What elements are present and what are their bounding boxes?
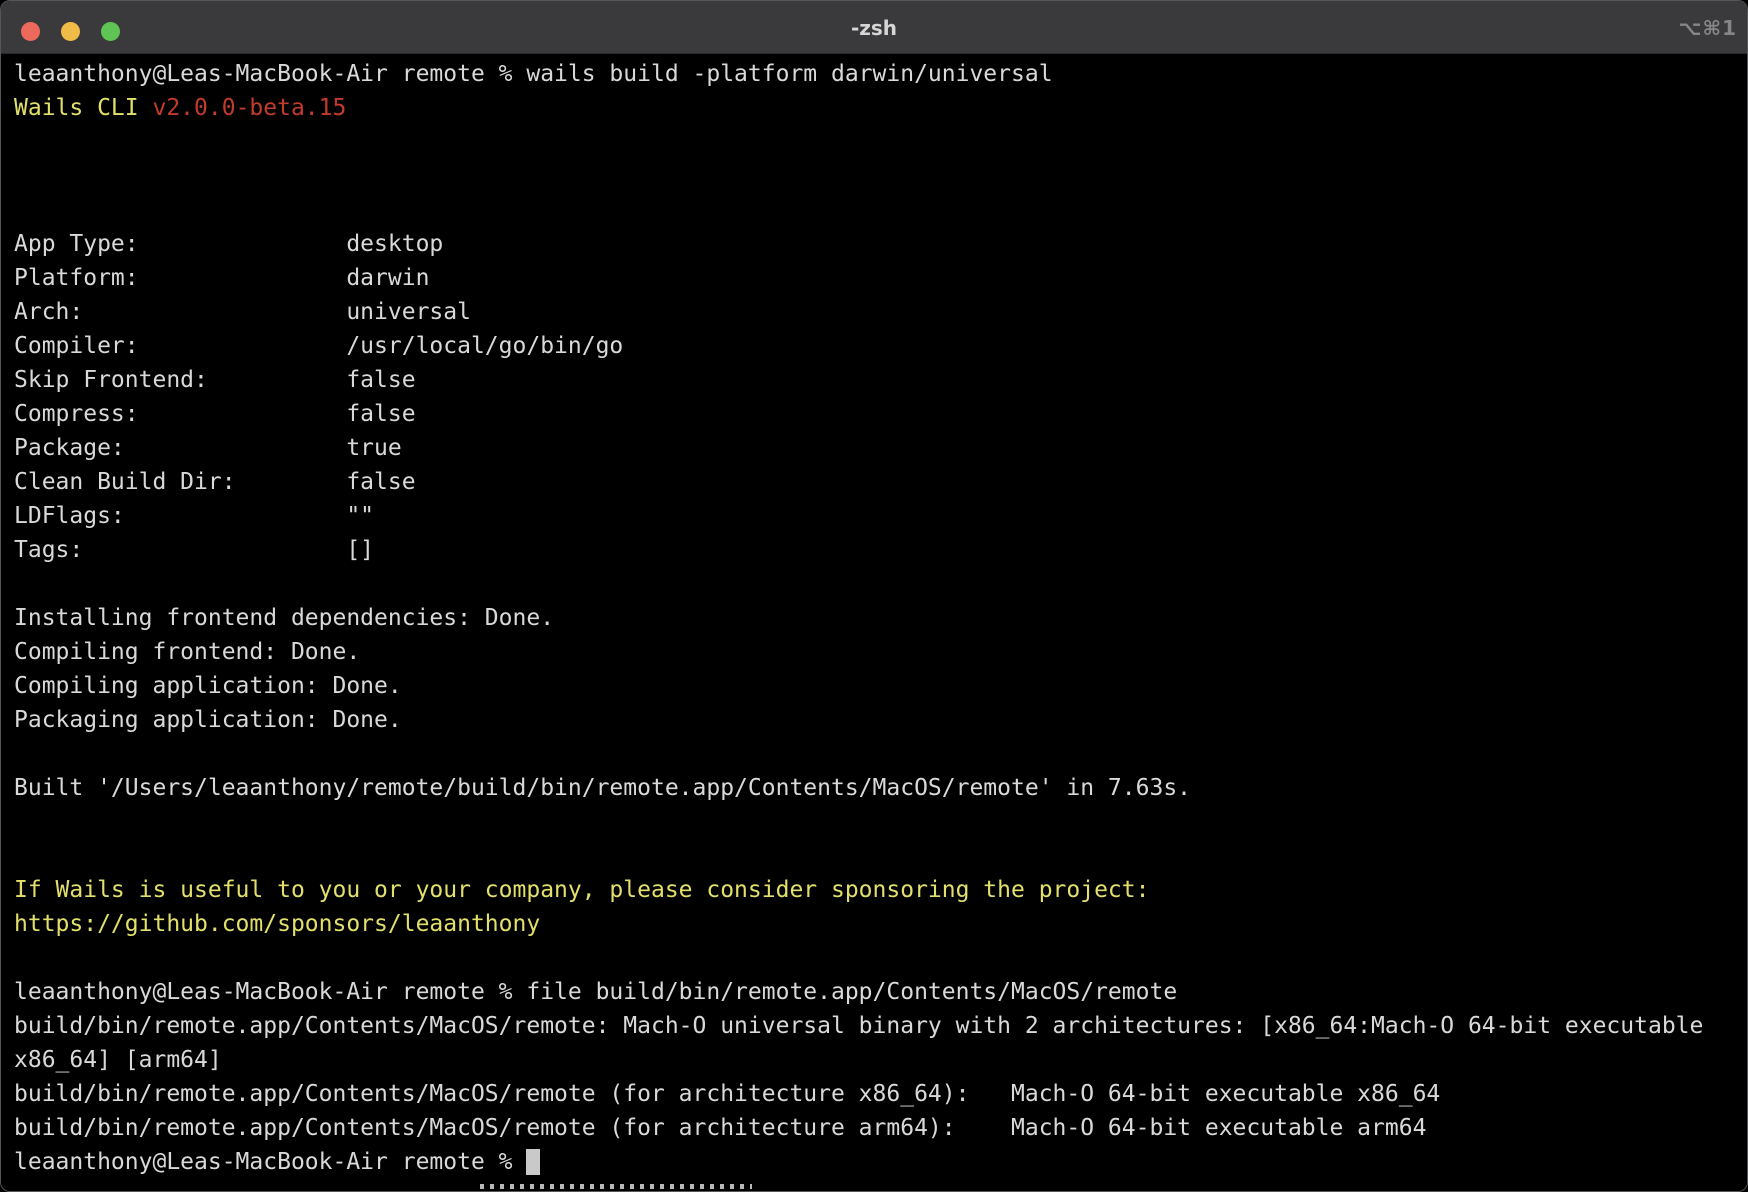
terminal-text-segment: build/bin/remote.app/Contents/MacOS/remo… — [14, 1081, 1440, 1107]
terminal-line — [14, 737, 1747, 771]
terminal-text-segment: Compiler: /usr/local/go/bin/go — [14, 333, 623, 359]
terminal-text-segment: Compiling frontend: Done. — [14, 639, 360, 665]
terminal-text-segment: Installing frontend dependencies: Done. — [14, 605, 554, 631]
terminal-line — [14, 125, 1747, 159]
window-title: -zsh — [1, 1, 1747, 54]
terminal-line: Compress: false — [14, 397, 1747, 431]
terminal-line: Clean Build Dir: false — [14, 465, 1747, 499]
terminal-line: Packaging application: Done. — [14, 703, 1747, 737]
terminal-text-segment: If Wails is useful to you or your compan… — [14, 877, 1149, 903]
terminal-line: Built '/Users/leaanthony/remote/build/bi… — [14, 771, 1747, 805]
terminal-text-segment: v2.0.0-beta.15 — [152, 95, 346, 121]
terminal-text-segment: Wails CLI — [14, 95, 152, 121]
terminal-line: build/bin/remote.app/Contents/MacOS/remo… — [14, 1077, 1747, 1111]
terminal-text-segment: x86_64] [arm64] — [14, 1047, 222, 1073]
terminal-line — [14, 567, 1747, 601]
terminal-text-segment: leaanthony@Leas-MacBook-Air remote % — [14, 1149, 526, 1175]
terminal-line: Compiling frontend: Done. — [14, 635, 1747, 669]
terminal-text-segment: Clean Build Dir: false — [14, 469, 416, 495]
terminal-text-segment: Built '/Users/leaanthony/remote/build/bi… — [14, 775, 1191, 801]
terminal-line — [14, 193, 1747, 227]
terminal-text-segment: Arch: universal — [14, 299, 471, 325]
minimize-button[interactable] — [61, 22, 80, 41]
terminal-line: Platform: darwin — [14, 261, 1747, 295]
terminal-line: Arch: universal — [14, 295, 1747, 329]
terminal-line: build/bin/remote.app/Contents/MacOS/remo… — [14, 1009, 1747, 1043]
terminal-line: build/bin/remote.app/Contents/MacOS/remo… — [14, 1111, 1747, 1145]
terminal-line: Skip Frontend: false — [14, 363, 1747, 397]
terminal-line — [14, 159, 1747, 193]
terminal-line: Compiler: /usr/local/go/bin/go — [14, 329, 1747, 363]
terminal-text-segment: App Type: desktop — [14, 231, 443, 257]
terminal-text-segment: LDFlags: "" — [14, 503, 374, 529]
terminal-line: leaanthony@Leas-MacBook-Air remote % wai… — [14, 57, 1747, 91]
window-shortcut-hint: ⌥⌘1 — [1678, 1, 1737, 54]
terminal-line: Wails CLI v2.0.0-beta.15 — [14, 91, 1747, 125]
traffic-lights — [1, 1, 131, 54]
terminal-line: Package: true — [14, 431, 1747, 465]
terminal-line: App Type: desktop — [14, 227, 1747, 261]
terminal-text-segment: Compiling application: Done. — [14, 673, 402, 699]
terminal-text-segment: build/bin/remote.app/Contents/MacOS/remo… — [14, 1115, 1426, 1141]
terminal-line: leaanthony@Leas-MacBook-Air remote % fil… — [14, 975, 1747, 1009]
terminal-text-segment: Skip Frontend: false — [14, 367, 416, 393]
terminal-body[interactable]: leaanthony@Leas-MacBook-Air remote % wai… — [1, 54, 1747, 1192]
terminal-text-segment: Packaging application: Done. — [14, 707, 402, 733]
close-button[interactable] — [21, 22, 40, 41]
terminal-text-segment: Tags: [] — [14, 537, 374, 563]
clipped-text-row — [480, 1184, 752, 1189]
terminal-text-segment: Platform: darwin — [14, 265, 429, 291]
terminal-line: LDFlags: "" — [14, 499, 1747, 533]
terminal-line — [14, 941, 1747, 975]
block-cursor — [526, 1149, 540, 1175]
zoom-button[interactable] — [101, 22, 120, 41]
terminal-line: Tags: [] — [14, 533, 1747, 567]
terminal-line: Compiling application: Done. — [14, 669, 1747, 703]
terminal-line — [14, 805, 1747, 839]
terminal-text-segment: build/bin/remote.app/Contents/MacOS/remo… — [14, 1013, 1703, 1039]
terminal-line: Installing frontend dependencies: Done. — [14, 601, 1747, 635]
terminal-line: x86_64] [arm64] — [14, 1043, 1747, 1077]
terminal-text-segment: Package: true — [14, 435, 402, 461]
terminal-text-segment: leaanthony@Leas-MacBook-Air remote % wai… — [14, 61, 1053, 87]
terminal-line: leaanthony@Leas-MacBook-Air remote % — [14, 1145, 1747, 1179]
titlebar[interactable]: -zsh ⌥⌘1 — [1, 1, 1747, 54]
terminal-line: If Wails is useful to you or your compan… — [14, 873, 1747, 907]
terminal-line: https://github.com/sponsors/leaanthony — [14, 907, 1747, 941]
terminal-text-segment: https://github.com/sponsors/leaanthony — [14, 911, 540, 937]
terminal-text-segment: Compress: false — [14, 401, 416, 427]
terminal-text-segment: leaanthony@Leas-MacBook-Air remote % fil… — [14, 979, 1177, 1005]
terminal-line — [14, 839, 1747, 873]
terminal-window: -zsh ⌥⌘1 leaanthony@Leas-MacBook-Air rem… — [0, 0, 1748, 1192]
